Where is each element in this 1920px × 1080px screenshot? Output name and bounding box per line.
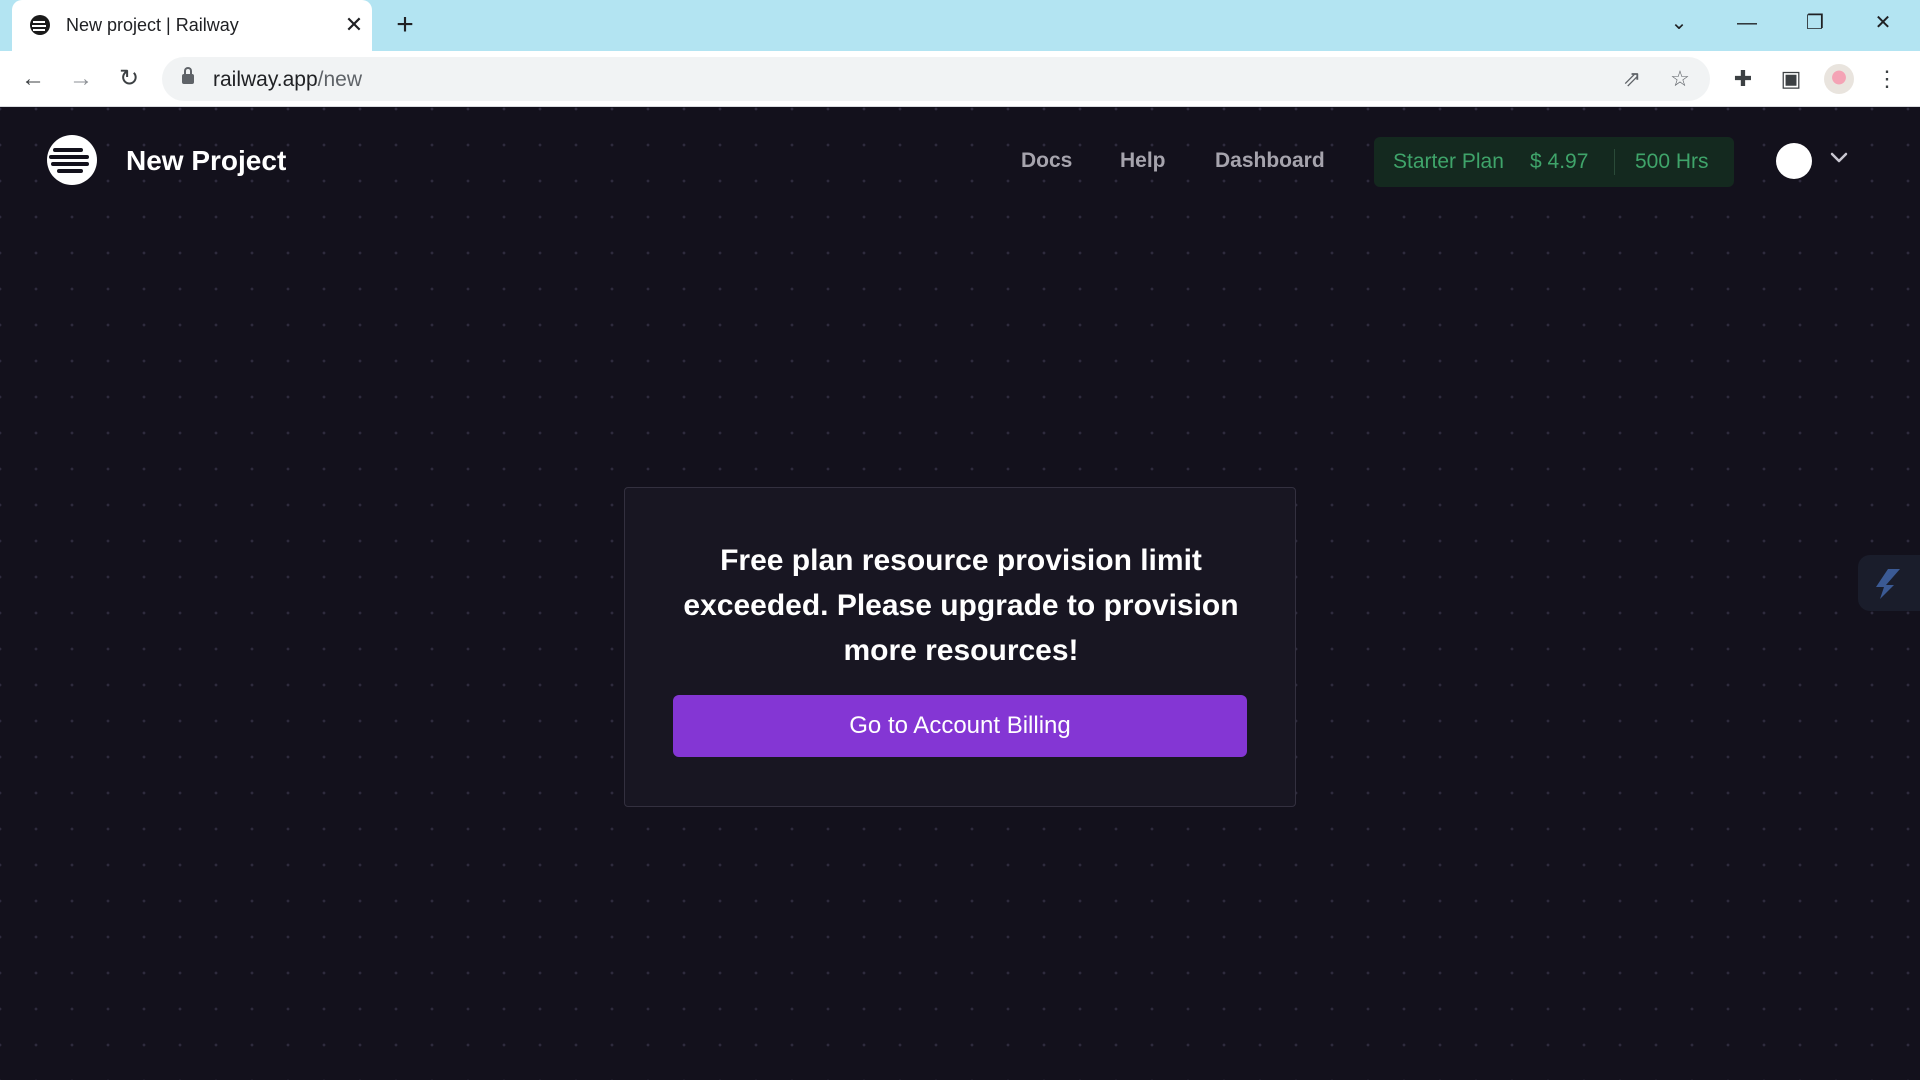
side-panel-icon[interactable]: ▣ [1776,64,1806,94]
back-button[interactable]: ← [18,64,48,94]
browser-tab[interactable]: New project | Railway ✕ [12,0,372,51]
minimize-button[interactable]: — [1730,8,1764,38]
plan-hours: 500 Hrs [1635,150,1709,173]
extensions-icon[interactable]: ✚ [1728,64,1758,94]
nav-docs-link[interactable]: Docs [1021,149,1072,173]
bookmark-star-icon[interactable]: ☆ [1666,65,1694,93]
chevron-down-icon[interactable] [1826,145,1852,171]
page-canvas: New Project Docs Help Dashboard Starter … [0,107,1920,1080]
nav-help-link[interactable]: Help [1120,149,1166,173]
lock-icon[interactable] [182,67,194,84]
tab-search-chevron-icon[interactable]: ⌄ [1662,8,1696,38]
railway-favicon-icon [30,15,50,35]
restore-button[interactable]: ❐ [1798,8,1832,38]
browser-menu-icon[interactable]: ⋮ [1872,64,1902,94]
new-tab-button[interactable]: + [390,10,420,40]
browser-toolbar: ← → ↻ railway.app/new ⇗ ☆ ✚ ▣ ⋮ [0,51,1920,107]
app-header: New Project Docs Help Dashboard Starter … [0,107,1920,215]
plan-usage-badge[interactable]: Starter Plan $ 4.97 500 Hrs [1374,137,1734,187]
address-bar[interactable]: railway.app/new ⇗ ☆ [162,57,1710,101]
plan-credit: $ 4.97 [1530,150,1589,173]
railway-logo-icon[interactable] [47,135,97,185]
limit-exceeded-card: Free plan resource provision limit excee… [624,487,1296,807]
browser-tab-strip: New project | Railway ✕ + ⌄ — ❐ ✕ [0,0,1920,51]
close-window-button[interactable]: ✕ [1866,8,1900,38]
forward-button[interactable]: → [66,64,96,94]
nav-dashboard-link[interactable]: Dashboard [1215,149,1325,173]
side-feedback-tab[interactable] [1858,555,1920,611]
tab-title: New project | Railway [66,15,239,35]
reload-button[interactable]: ↻ [114,64,144,94]
url-text[interactable]: railway.app/new [213,68,362,92]
lightning-icon [1876,569,1900,599]
tab-close-icon[interactable]: ✕ [342,13,366,37]
limit-exceeded-message: Free plan resource provision limit excee… [683,544,1239,667]
user-avatar[interactable] [1776,143,1812,179]
browser-profile-avatar[interactable] [1824,64,1854,94]
plan-divider [1614,149,1615,175]
page-title: New Project [126,145,287,176]
account-billing-button[interactable]: Go to Account Billing [673,695,1247,757]
share-icon[interactable]: ⇗ [1618,65,1646,93]
plan-name: Starter Plan [1393,150,1504,173]
